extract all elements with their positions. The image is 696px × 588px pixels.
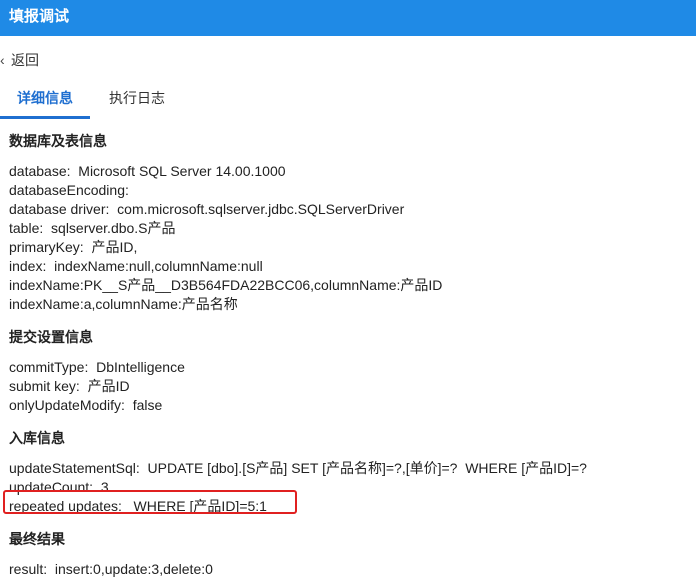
- db-line-index-a: indexName:a,columnName:产品名称: [9, 296, 238, 312]
- db-line-index-pk: indexName:PK__S产品__D3B564FDA22BCC06,colu…: [9, 277, 443, 293]
- db-line-primary-key: primaryKey: 产品ID,: [9, 239, 138, 255]
- tab-details[interactable]: 详细信息: [0, 78, 90, 118]
- db-line-index: index: indexName:null,columnName:null: [9, 258, 263, 274]
- db-line-database: database: Microsoft SQL Server 14.00.100…: [9, 163, 286, 179]
- back-button[interactable]: ‹ 返回: [0, 50, 39, 70]
- commit-line-type: commitType: DbIntelligence: [9, 359, 185, 375]
- window-title: 填报调试: [9, 8, 70, 25]
- section-title-commit: 提交设置信息: [9, 329, 93, 345]
- db-line-table: table: sqlserver.dbo.S产品: [9, 220, 176, 236]
- highlight-box: [3, 490, 297, 514]
- db-line-driver: database driver: com.microsoft.sqlserver…: [9, 201, 405, 217]
- tab-execution-log-label: 执行日志: [109, 90, 165, 106]
- tab-execution-log[interactable]: 执行日志: [96, 78, 178, 118]
- result-line: result: insert:0,update:3,delete:0: [9, 561, 213, 577]
- section-title-database: 数据库及表信息: [9, 133, 107, 149]
- section-title-result: 最终结果: [9, 531, 65, 547]
- tab-details-label: 详细信息: [17, 90, 73, 106]
- storage-line-update-sql: updateStatementSql: UPDATE [dbo].[S产品] S…: [9, 460, 587, 476]
- chevron-left-icon: ‹: [0, 52, 5, 68]
- section-title-storage: 入库信息: [9, 430, 65, 446]
- commit-line-submit-key: submit key: 产品ID: [9, 378, 130, 394]
- window-titlebar: 填报调试: [0, 0, 696, 36]
- tab-bar: 详细信息 执行日志: [0, 78, 696, 120]
- commit-line-only-update-modify: onlyUpdateModify: false: [9, 397, 163, 413]
- db-line-encoding: databaseEncoding:: [9, 182, 129, 198]
- back-label: 返回: [11, 52, 39, 68]
- active-tab-indicator: [0, 116, 90, 119]
